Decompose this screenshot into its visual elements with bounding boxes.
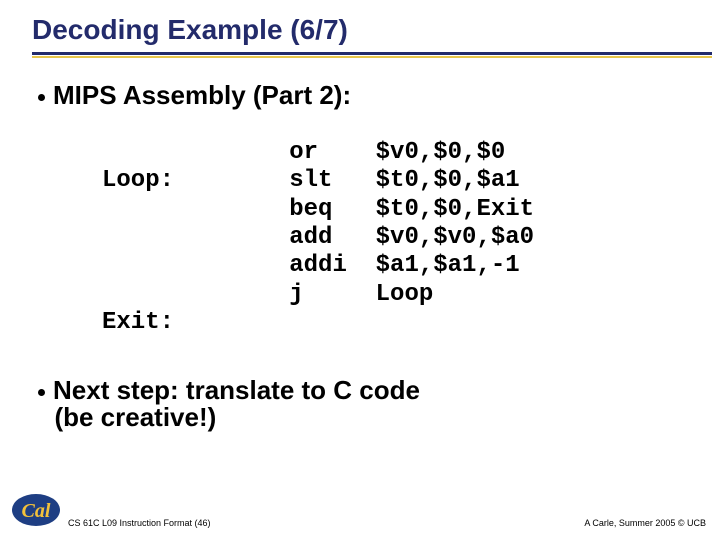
svg-text:Cal: Cal — [22, 500, 51, 522]
footer-right: A Carle, Summer 2005 © UCB — [584, 518, 706, 528]
next-step-line2: (be creative!) — [54, 402, 216, 432]
slide-title: Decoding Example (6/7) — [32, 14, 348, 50]
cal-logo: Cal — [10, 492, 62, 528]
title-rule-dark — [32, 52, 712, 55]
bullet-next-step: Next step: translate to C code (be creat… — [40, 377, 680, 432]
bullet-icon — [38, 389, 45, 396]
bullet-mips-assembly: MIPS Assembly (Part 2): — [40, 80, 680, 111]
bullet-icon — [38, 94, 45, 101]
footer-left: CS 61C L09 Instruction Format (46) — [68, 518, 211, 528]
next-step-line1: Next step: translate to C code — [53, 375, 420, 405]
bullet-text-1: MIPS Assembly (Part 2): — [53, 80, 351, 110]
mips-code-block: or $v0,$0,$0 Loop: slt $t0,$0,$a1 beq $t… — [102, 139, 680, 337]
